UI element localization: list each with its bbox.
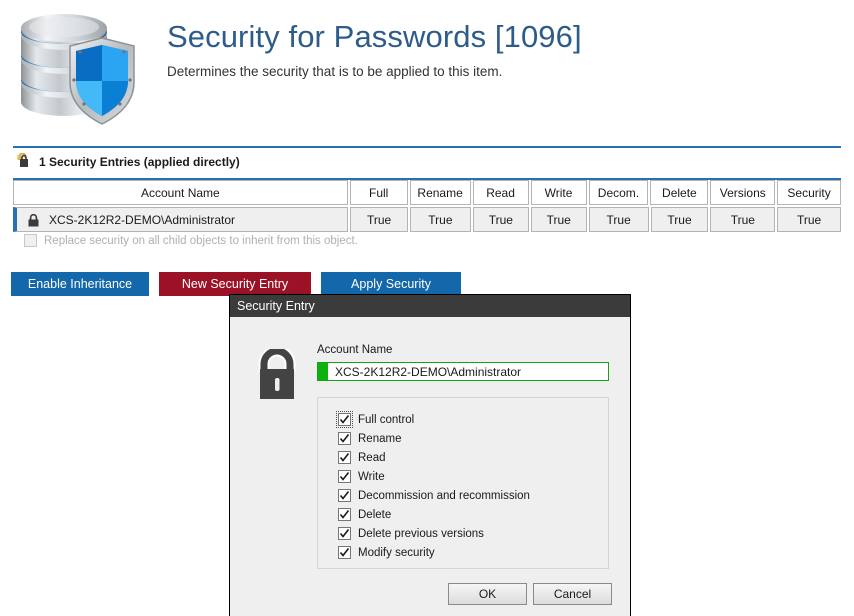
- table-row[interactable]: XCS-2K12R2-DEMO\Administrator True True …: [13, 207, 842, 232]
- checkbox-rename[interactable]: [338, 432, 351, 445]
- permission-full-control[interactable]: Full control: [318, 410, 608, 429]
- permission-read-label: Read: [358, 451, 386, 464]
- checkbox-read[interactable]: [338, 451, 351, 464]
- apply-security-button[interactable]: Apply Security: [321, 272, 461, 296]
- column-header-decom[interactable]: Decom.: [588, 180, 649, 205]
- permission-write[interactable]: Write: [318, 467, 608, 486]
- dialog-title: Security Entry: [237, 299, 315, 313]
- permission-delete[interactable]: Delete: [318, 505, 608, 524]
- permission-decommission[interactable]: Decommission and recommission: [318, 486, 608, 505]
- replace-security-checkbox: [24, 234, 37, 247]
- permission-decommission-label: Decommission and recommission: [358, 489, 530, 502]
- column-header-versions[interactable]: Versions: [710, 180, 776, 205]
- lock-icon: [27, 213, 40, 230]
- checkbox-delete[interactable]: [338, 508, 351, 521]
- header-divider: [13, 146, 841, 148]
- permission-delete-previous-versions-label: Delete previous versions: [358, 527, 484, 540]
- grid-header-row: Account Name Full Rename Read Write Deco…: [13, 180, 841, 205]
- cancel-button[interactable]: Cancel: [533, 583, 612, 605]
- cell-delete[interactable]: True: [650, 207, 709, 232]
- permission-modify-security[interactable]: Modify security: [318, 543, 608, 562]
- new-security-entry-button[interactable]: New Security Entry: [159, 272, 311, 296]
- column-header-write[interactable]: Write: [530, 180, 587, 205]
- page-subtitle: Determines the security that is to be ap…: [167, 64, 503, 79]
- cell-account-name-text: XCS-2K12R2-DEMO\Administrator: [49, 212, 236, 227]
- column-header-full[interactable]: Full: [349, 180, 408, 205]
- valid-indicator: [318, 363, 328, 380]
- cell-decom[interactable]: True: [588, 207, 649, 232]
- account-name-label: Account Name: [317, 344, 393, 356]
- enable-inheritance-button[interactable]: Enable Inheritance: [11, 272, 149, 296]
- permission-rename[interactable]: Rename: [318, 429, 608, 448]
- security-entries-label: 1 Security Entries (applied directly): [39, 155, 240, 169]
- column-header-delete[interactable]: Delete: [650, 180, 709, 205]
- cell-read[interactable]: True: [472, 207, 529, 232]
- security-entry-dialog: Security Entry Account Name XCS-2K12R2-D…: [229, 294, 631, 616]
- column-header-rename[interactable]: Rename: [409, 180, 471, 205]
- checkbox-modify-security[interactable]: [338, 546, 351, 559]
- header-text-block: Security for Passwords [1096] Determines…: [167, 18, 582, 79]
- cell-account-name[interactable]: XCS-2K12R2-DEMO\Administrator: [13, 207, 349, 232]
- security-entries-header: 1 Security Entries (applied directly): [16, 152, 240, 172]
- account-name-value: XCS-2K12R2-DEMO\Administrator: [335, 364, 522, 379]
- dialog-titlebar[interactable]: Security Entry: [230, 295, 630, 317]
- cell-write[interactable]: True: [530, 207, 587, 232]
- column-header-security[interactable]: Security: [777, 180, 841, 205]
- security-entries-grid: Account Name Full Rename Read Write Deco…: [13, 180, 842, 232]
- padlock-icon: [255, 345, 299, 404]
- open-lock-icon: [16, 152, 31, 171]
- page-header: Security for Passwords [1096] Determines…: [0, 0, 854, 145]
- cell-security[interactable]: True: [777, 207, 842, 232]
- page-title: Security for Passwords [1096]: [167, 19, 582, 54]
- permission-rename-label: Rename: [358, 432, 402, 445]
- dialog-footer: OK Cancel: [230, 583, 630, 616]
- permission-delete-previous-versions[interactable]: Delete previous versions: [318, 524, 608, 543]
- ok-button[interactable]: OK: [448, 583, 527, 605]
- permissions-panel: Full control Rename Read Write Decommiss…: [317, 397, 609, 569]
- replace-security-option: Replace security on all child objects to…: [24, 234, 358, 247]
- checkbox-delete-previous-versions[interactable]: [338, 527, 351, 540]
- checkbox-full-control[interactable]: [336, 411, 353, 428]
- cell-full[interactable]: True: [350, 207, 408, 232]
- database-shield-icon: [12, 8, 152, 136]
- dialog-body: Account Name XCS-2K12R2-DEMO\Administrat…: [230, 317, 630, 616]
- checkbox-write[interactable]: [338, 470, 351, 483]
- permission-full-control-label: Full control: [358, 413, 415, 426]
- account-name-field[interactable]: XCS-2K12R2-DEMO\Administrator: [317, 362, 609, 381]
- permission-modify-security-label: Modify security: [358, 546, 435, 559]
- column-header-read[interactable]: Read: [472, 180, 529, 205]
- permission-write-label: Write: [358, 470, 385, 483]
- replace-security-label: Replace security on all child objects to…: [44, 234, 358, 247]
- column-header-account-name[interactable]: Account Name: [13, 180, 348, 205]
- action-button-bar: Enable Inheritance New Security Entry Ap…: [11, 272, 461, 296]
- cell-versions[interactable]: True: [710, 207, 776, 232]
- permission-delete-label: Delete: [358, 508, 392, 521]
- checkbox-decommission[interactable]: [338, 489, 351, 502]
- permission-read[interactable]: Read: [318, 448, 608, 467]
- cell-rename[interactable]: True: [410, 207, 471, 232]
